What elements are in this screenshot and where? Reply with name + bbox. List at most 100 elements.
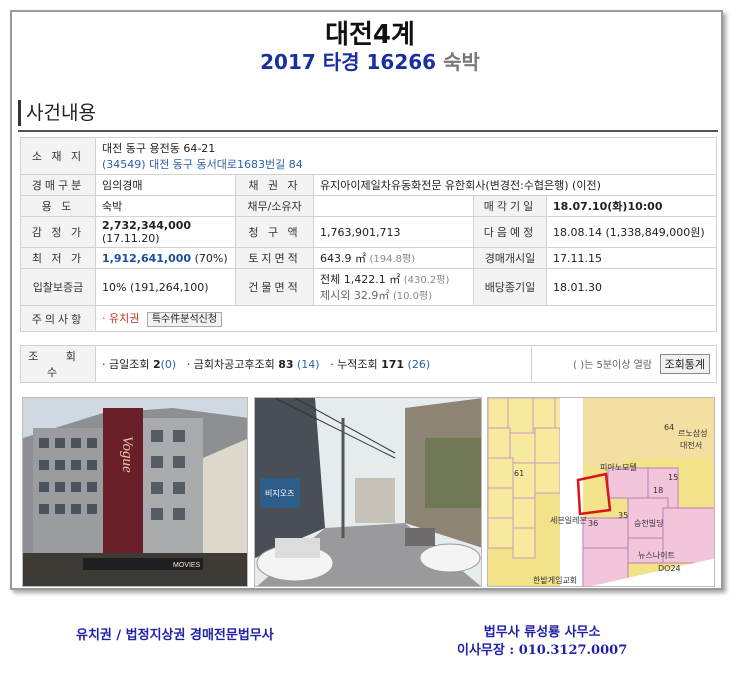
table-row: 조 회 수 · 금일조회 2(0) · 금회차공고후조회 83 (14) · 누… (20, 345, 717, 383)
map-label-piano-motel: 피아노모텔 (600, 462, 637, 472)
notes-label: 주의사항 (20, 305, 96, 332)
location-map[interactable]: 피아노모텔 르노삼성 대전서 승천빌딩 세븐일레븐 뉴스나이트 DO24 한밭게… (487, 397, 715, 587)
deposit-value: 10% (191,264,100) (95, 268, 236, 306)
notes-cell: · 유치권 특수件분석신청 (95, 305, 717, 332)
claim-value: 1,763,901,713 (313, 216, 474, 248)
building-area-excluded: 제시외 32.9㎡ (320, 289, 390, 302)
total-views-paren: (26) (407, 358, 431, 371)
map-label-lot-15: 15 (668, 473, 678, 482)
building-area-total: 전체 1,422.1 ㎡ (320, 273, 401, 286)
after-notice-views-label: · 금회차공고후조회 (186, 358, 275, 371)
case-info-table: 소 재 지 대전 동구 용전동 64-21 (34549) 대전 동구 동서대로… (20, 137, 717, 332)
min-price-percent: (70%) (194, 251, 228, 265)
map-label-news: 뉴스나이트 (638, 550, 675, 560)
footer-contact: 법무사 류성룡 사무소 이사무장 : 010.3127.0007 (457, 624, 627, 660)
debtor-value (313, 195, 474, 217)
views-note: ( )는 5분이상 열람 (573, 360, 653, 371)
footer-tagline: 유치권 / 법정지상권 경매전문법무사 (76, 628, 274, 643)
sign-movies: MOVIES (173, 562, 201, 569)
case-kind: 숙박 (443, 50, 480, 74)
dividend-deadline-value: 18.01.30 (546, 268, 717, 306)
min-price-cell: 1,912,641,000 (70%) (95, 247, 236, 269)
today-views-label: · 금일조회 (102, 358, 150, 371)
appraisal-date: (17.11.20) (102, 232, 160, 245)
lien-notice: · 유치권 (102, 312, 140, 325)
sign-street: 비지오즈 (265, 489, 294, 498)
appraisal-label: 감 정 가 (20, 216, 96, 248)
location-map-image: 피아노모텔 르노삼성 대전서 승천빌딩 세븐일레븐 뉴스나이트 DO24 한밭게… (488, 398, 714, 586)
map-label-do24: DO24 (658, 564, 681, 573)
views-table: 조 회 수 · 금일조회 2(0) · 금회차공고후조회 83 (14) · 누… (20, 345, 717, 383)
table-row: 최 저 가 1,912,641,000 (70%) 토지면적 643.9 ㎡ (… (20, 247, 717, 269)
map-label-lot-61: 61 (514, 469, 524, 478)
after-notice-views-paren: (14) (297, 358, 320, 371)
claim-label: 청 구 액 (235, 216, 314, 248)
creditor-label: 채 권 자 (235, 174, 314, 196)
views-cell: · 금일조회 2(0) · 금회차공고후조회 83 (14) · 누적조회 17… (95, 345, 532, 383)
table-row: 용 도 숙박 채무/소유자 매각기일 18.07.10(화)10:00 (20, 195, 717, 217)
today-views-paren: (0) (160, 358, 177, 371)
deposit-label: 입찰보증금 (20, 268, 96, 306)
min-price-label: 최 저 가 (20, 247, 96, 269)
sale-date-label: 매각기일 (473, 195, 547, 217)
appraisal-cell: 2,732,344,000 (17.11.20) (95, 216, 236, 248)
appraisal-value: 2,732,344,000 (102, 219, 192, 232)
auction-start-value: 17.11.15 (546, 247, 717, 269)
map-label-building: 승천빌딩 (634, 518, 663, 528)
footer-phone: 이사무장 : 010.3127.0007 (457, 643, 628, 658)
table-row: 입찰보증금 10% (191,264,100) 건물면적 전체 1,422.1 … (20, 268, 717, 306)
usage-label: 용 도 (20, 195, 96, 217)
auction-type-value: 임의경매 (95, 174, 236, 196)
table-row: 소 재 지 대전 동구 용전동 64-21 (34549) 대전 동구 동서대로… (20, 137, 717, 175)
location-road-address: (34549) 대전 동구 동서대로1683번길 84 (102, 158, 303, 171)
table-row: 경매구분 임의경매 채 권 자 유지아이제일차유동화전문 유한회사(변경전:수협… (20, 174, 717, 196)
today-views: 2 (152, 358, 161, 371)
building-area-excluded-pyeong: (10.0평) (392, 291, 433, 302)
views-stats-cell: ( )는 5분이상 열람 조회통계 (531, 345, 717, 383)
street-photo[interactable]: 비지오즈 (254, 397, 482, 587)
dividend-deadline-label: 배당종기일 (473, 268, 547, 306)
map-label-seven-eleven: 세븐일레븐 (550, 516, 587, 525)
after-notice-views: 83 (278, 358, 294, 371)
case-number: 2017 타경 16266 (260, 50, 437, 74)
map-label-lot-35: 35 (618, 511, 628, 520)
building-photo[interactable]: Vogue MOVIES (22, 397, 248, 587)
usage-value: 숙박 (95, 195, 236, 217)
footer-office-name: 법무사 류성룡 사무소 (483, 625, 601, 640)
min-price-value: 1,912,641,000 (102, 251, 192, 265)
building-photo-image: Vogue MOVIES (23, 398, 247, 586)
table-row: 주의사항 · 유치권 특수件분석신청 (20, 305, 717, 332)
auction-type-label: 경매구분 (20, 174, 96, 196)
auction-start-label: 경매개시일 (473, 247, 547, 269)
creditor-value: 유지아이제일차유동화전문 유한회사(변경전:수협은행) (이전) (313, 174, 717, 196)
total-views: 171 (381, 358, 405, 371)
location-label: 소 재 지 (20, 137, 96, 175)
building-area-label: 건물면적 (235, 268, 314, 306)
section-divider (18, 130, 718, 132)
case-subtitle: 2017 타경 16266 숙박 (0, 46, 740, 75)
land-area-cell: 643.9 ㎡ (194.8평) (313, 247, 474, 269)
map-label-renault: 르노삼성 (678, 428, 707, 438)
sign-vogue: Vogue (119, 436, 135, 473)
next-sale-value: 18.08.14 (1,338,849,000원) (546, 216, 717, 248)
map-label-lot-18: 18 (653, 486, 663, 495)
map-label-lot-64: 64 (664, 423, 674, 432)
view-stats-button[interactable]: 조회통계 (659, 354, 710, 374)
map-label-daejeon: 대전서 (680, 440, 702, 450)
special-analysis-button[interactable]: 특수件분석신청 (146, 312, 223, 327)
building-area-total-pyeong: (430.2평) (403, 275, 450, 286)
sale-date-value: 18.07.10(화)10:00 (546, 195, 717, 217)
land-area-pyeong: (194.8평) (369, 254, 416, 265)
views-label: 조 회 수 (20, 345, 96, 383)
next-sale-label: 다음예정 (473, 216, 547, 248)
land-area-value: 643.9 ㎡ (320, 252, 366, 265)
location-address: 대전 동구 용전동 64-21 (102, 142, 216, 155)
street-photo-image: 비지오즈 (255, 398, 481, 586)
map-label-lot-36: 36 (588, 519, 598, 528)
debtor-label: 채무/소유자 (235, 195, 314, 217)
building-area-cell: 전체 1,422.1 ㎡ (430.2평) 제시외 32.9㎡ (10.0평) (313, 268, 474, 306)
land-area-label: 토지면적 (235, 247, 314, 269)
map-label-church: 한밭게임교회 (533, 575, 577, 585)
table-row: 감 정 가 2,732,344,000 (17.11.20) 청 구 액 1,7… (20, 216, 717, 248)
total-views-label: · 누적조회 (330, 358, 378, 371)
